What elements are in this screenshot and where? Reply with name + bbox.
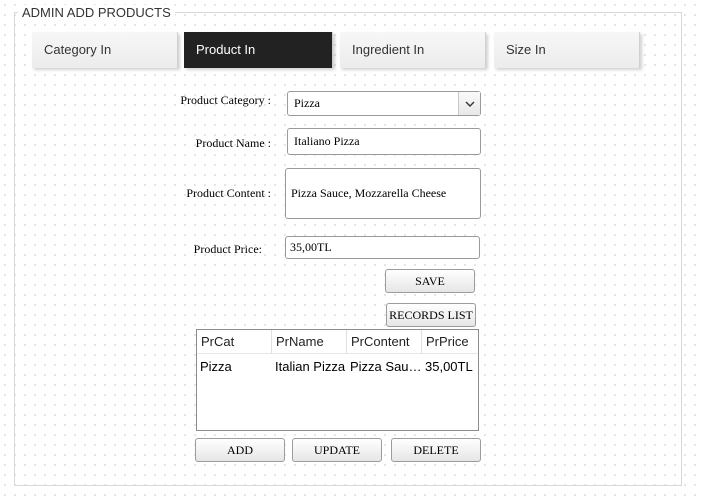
records-list-button[interactable]: RECORDS LIST [386,303,476,327]
product-content-label: Product Content : [186,186,271,200]
update-button[interactable]: UPDATE [292,438,382,462]
tab-ingredient-in[interactable]: Ingredient In [340,32,486,68]
cell-prcontent: Pizza Sauce, Mozzarella Cheese [350,359,422,374]
cell-prprice: 35,00TL [425,359,473,374]
product-category-label: Product Category : [180,93,271,107]
column-header-prcontent[interactable]: PrContent [347,330,422,354]
cell-prname: Italian Pizza [275,359,346,374]
dropdown-button[interactable] [458,92,480,115]
product-category-value: Pizza [294,96,320,110]
product-category-select[interactable]: Pizza [287,91,481,116]
records-table[interactable]: PrCat PrName PrContent PrPrice Pizza Ita… [196,329,479,431]
frame-title: ADMIN ADD PRODUCTS [18,5,175,20]
column-header-prname[interactable]: PrName [272,330,347,354]
add-button[interactable]: ADD [195,438,285,462]
chevron-down-icon [465,101,474,107]
tab-size-in[interactable]: Size In [494,32,640,68]
tab-category-in[interactable]: Category In [32,32,178,68]
product-name-field[interactable]: Italiano Pizza [287,128,481,155]
product-name-label: Product Name : [195,136,271,150]
product-content-field[interactable]: Pizza Sauce, Mozzarella Cheese [285,168,481,219]
tab-product-in[interactable]: Product In [184,32,333,68]
save-button[interactable]: SAVE [385,269,475,293]
product-price-field[interactable]: 35,00TL [285,236,480,259]
cell-prcat: Pizza [200,359,232,374]
column-header-prcat[interactable]: PrCat [197,330,272,354]
delete-button[interactable]: DELETE [391,438,481,462]
column-header-prprice[interactable]: PrPrice [422,330,478,354]
product-price-label: Product Price: [193,242,262,256]
